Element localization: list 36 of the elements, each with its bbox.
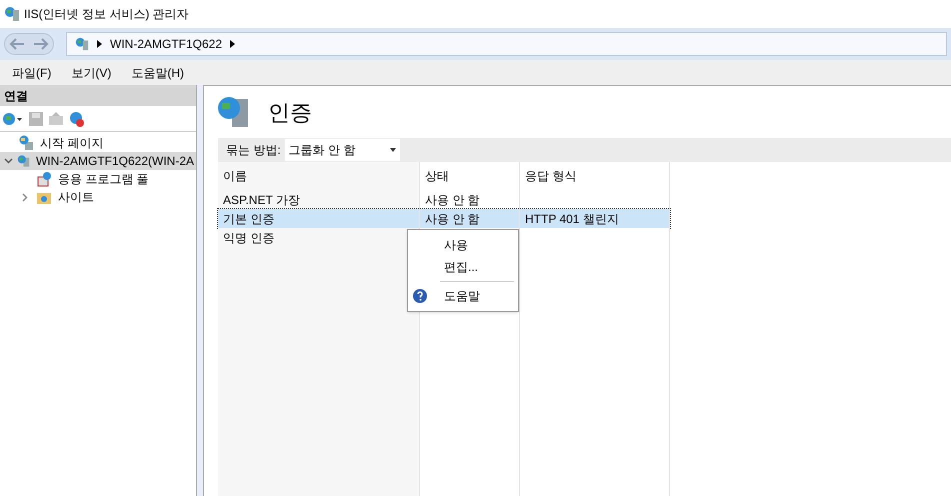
table-cell: 익명 인증 [218, 228, 420, 247]
globe-remove-icon[interactable] [68, 110, 86, 128]
address-bar[interactable]: WIN-2AMGTF1Q622 [66, 32, 947, 56]
folder-up-icon[interactable] [48, 110, 64, 126]
forward-arrow-icon[interactable] [33, 38, 49, 50]
back-arrow-icon[interactable] [9, 38, 25, 50]
help-icon [413, 289, 427, 303]
window-title: IIS(인터넷 정보 서비스) 관리자 [24, 6, 189, 23]
tree-item[interactable]: 응용 프로그램 풀 [56, 170, 151, 188]
table-cell: 사용 안 함 [420, 190, 520, 209]
globe-server-icon [4, 6, 20, 22]
table-cell: ASP.NET 가장 [218, 190, 420, 209]
group-by-dropdown[interactable]: 그룹화 안 함 [284, 139, 400, 161]
dropdown-arrow-icon [390, 148, 396, 152]
tree-item[interactable]: 시작 페이지 [38, 134, 106, 152]
panel-header: 연결 [0, 85, 196, 106]
globe-server-icon [75, 37, 89, 51]
collapse-chevron-icon[interactable] [4, 158, 13, 164]
menu-item[interactable]: 보기(V) [63, 64, 120, 82]
breadcrumb-arrow-icon[interactable] [230, 40, 236, 48]
menu-item[interactable]: 편집... [408, 256, 518, 278]
breadcrumb-item[interactable]: WIN-2AMGTF1Q622 [110, 35, 222, 53]
page-heading: 인증 [268, 98, 312, 126]
group-by-label: 묶는 방법: [226, 142, 281, 159]
breadcrumb-arrow-icon[interactable] [97, 40, 102, 48]
column-header[interactable]: 이름 [218, 162, 420, 190]
application-pool-icon [36, 171, 52, 187]
start-page-icon [18, 135, 34, 151]
save-icon[interactable] [28, 110, 44, 126]
menu-item[interactable]: 도움말 [408, 285, 518, 307]
globe-dropdown-icon[interactable] [2, 110, 24, 126]
menu-item[interactable]: 파일(F) [4, 64, 60, 82]
expand-chevron-icon[interactable] [22, 192, 28, 202]
tree-item[interactable]: 사이트 [56, 188, 96, 206]
server-icon [17, 153, 30, 169]
menu-item[interactable]: 도움말(H) [123, 64, 192, 82]
